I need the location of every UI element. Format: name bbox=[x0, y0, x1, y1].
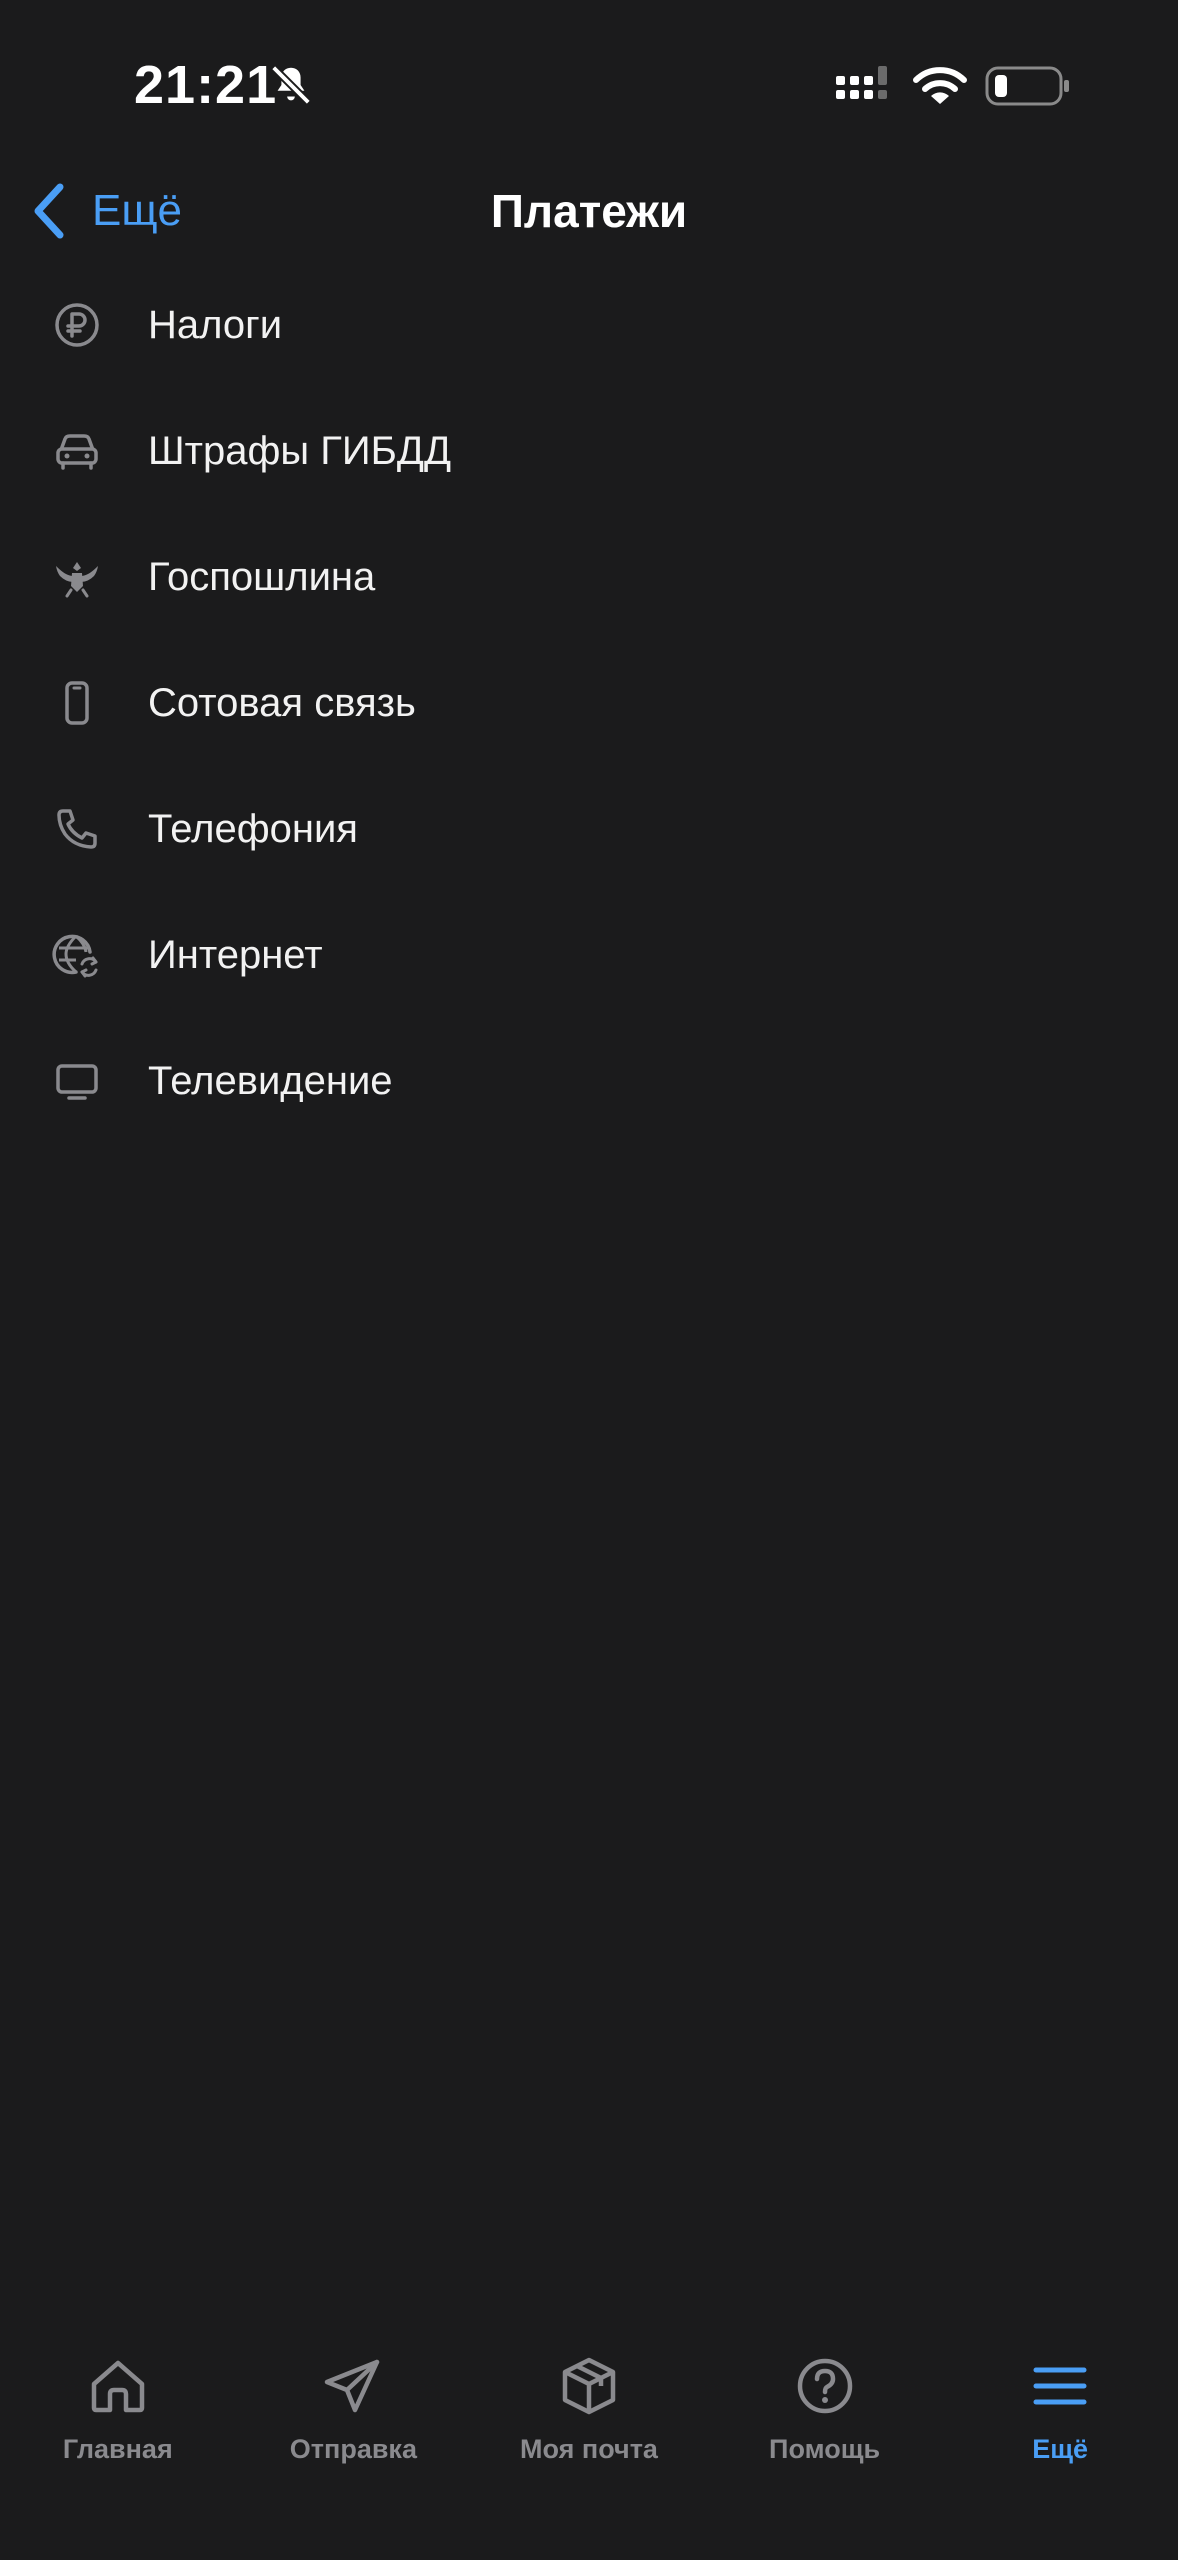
tab-help[interactable]: Помощь bbox=[707, 2340, 943, 2480]
tab-label: Помощь bbox=[769, 2434, 881, 2464]
menu-icon bbox=[1033, 2367, 1087, 2405]
car-icon bbox=[52, 426, 102, 476]
status-time: 21:21 bbox=[134, 55, 278, 115]
list-item-label: Интернет bbox=[148, 932, 323, 977]
mobile-phone-icon bbox=[52, 678, 102, 728]
coat-of-arms-icon bbox=[52, 552, 102, 602]
tab-send[interactable]: Отправка bbox=[236, 2340, 472, 2480]
page-title: Платежи bbox=[490, 185, 688, 237]
globe-icon bbox=[52, 930, 102, 980]
question-icon bbox=[797, 2358, 852, 2414]
wifi-icon bbox=[913, 67, 967, 104]
list-item-internet[interactable]: Интернет bbox=[0, 892, 1178, 1018]
list-item-television[interactable]: Телевидение bbox=[0, 1018, 1178, 1144]
status-bar: 21:21 bbox=[0, 0, 1178, 150]
list-item-label: Телефония bbox=[148, 806, 358, 851]
package-icon bbox=[562, 2357, 616, 2415]
tab-more[interactable]: Ещё bbox=[942, 2340, 1178, 2480]
list-item-mobile[interactable]: Сотовая связь bbox=[0, 640, 1178, 766]
list-item-telephony[interactable]: Телефония bbox=[0, 766, 1178, 892]
paper-plane-icon bbox=[325, 2359, 380, 2413]
list-item-traffic-fines[interactable]: Штрафы ГИБДД bbox=[0, 388, 1178, 514]
home-icon bbox=[91, 2360, 145, 2413]
tab-home[interactable]: Главная bbox=[0, 2340, 236, 2480]
phone-handset-icon bbox=[52, 804, 102, 854]
tab-label: Отправка bbox=[289, 2434, 417, 2464]
bell-slash-icon bbox=[271, 65, 311, 105]
ruble-icon bbox=[52, 300, 102, 350]
list-item-taxes[interactable]: Налоги bbox=[0, 262, 1178, 388]
tab-label: Ещё bbox=[1032, 2434, 1089, 2464]
navigation-bar: Ещё Платежи bbox=[0, 160, 1178, 260]
signal-icon bbox=[836, 66, 887, 99]
list-item-label: Сотовая связь bbox=[148, 680, 416, 725]
tv-icon bbox=[52, 1056, 102, 1106]
tab-my-post[interactable]: Моя почта bbox=[471, 2340, 707, 2480]
tab-label: Моя почта bbox=[520, 2434, 658, 2464]
list-item-label: Налоги bbox=[148, 302, 283, 347]
tab-bar: Главная Отправка Моя почта Помощь Ещё bbox=[0, 2340, 1178, 2480]
list-item-label: Штрафы ГИБДД bbox=[148, 428, 452, 473]
battery-icon bbox=[985, 66, 1069, 106]
list-item-state-fee[interactable]: Госпошлина bbox=[0, 514, 1178, 640]
tab-label: Главная bbox=[62, 2434, 173, 2464]
list-item-label: Телевидение bbox=[148, 1058, 393, 1103]
list-item-label: Госпошлина bbox=[148, 554, 376, 599]
payments-list: Налоги Штрафы ГИБДД Госпошлина Сотовая с… bbox=[0, 262, 1178, 1144]
